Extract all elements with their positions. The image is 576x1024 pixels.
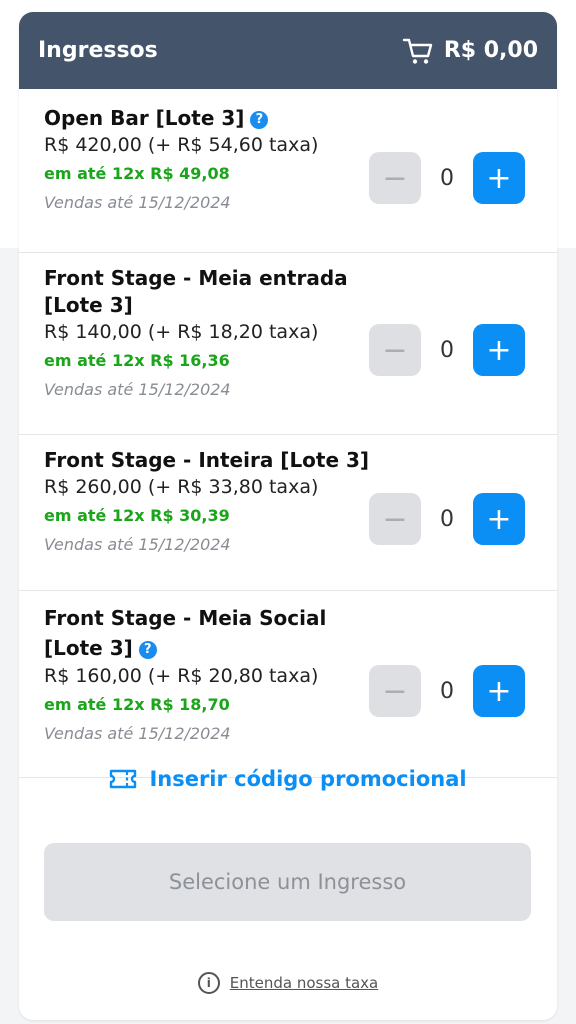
shopping-cart-icon[interactable] xyxy=(402,36,434,66)
quantity-stepper: − 0 + xyxy=(369,493,525,545)
increase-button[interactable]: + xyxy=(473,665,525,717)
ticket-installments: em até 12x R$ 49,08 xyxy=(44,164,230,183)
decrease-button[interactable]: − xyxy=(369,493,421,545)
info-icon: i xyxy=(197,972,220,994)
ticket-info: Front Stage - Meia entrada [Lote 3] R$ 1… xyxy=(44,265,364,404)
decrease-button[interactable]: − xyxy=(369,324,421,376)
ticket-sales-until: Vendas até 15/12/2024 xyxy=(44,193,231,212)
tickets-header: Ingressos R$ 0,00 xyxy=(19,12,557,89)
ticket-sales-until: Vendas até 15/12/2024 xyxy=(44,380,231,399)
quantity-value: 0 xyxy=(440,506,454,532)
ticket-info: Front Stage - Inteira [Lote 3] R$ 260,00… xyxy=(44,447,384,559)
increase-button[interactable]: + xyxy=(473,324,525,376)
increase-button[interactable]: + xyxy=(473,493,525,545)
quantity-stepper: − 0 + xyxy=(369,152,525,204)
promo-code-label: Inserir código promocional xyxy=(149,767,467,791)
ticket-price: R$ 420,00 (+ R$ 54,60 taxa) xyxy=(44,134,319,156)
ticket-price: R$ 160,00 (+ R$ 20,80 taxa) xyxy=(44,665,319,687)
header-title: Ingressos xyxy=(38,38,158,63)
ticket-price: R$ 260,00 (+ R$ 33,80 taxa) xyxy=(44,476,319,498)
promo-code-link[interactable]: Inserir código promocional xyxy=(19,767,557,791)
quantity-value: 0 xyxy=(440,678,454,704)
ticket-name: Open Bar [Lote 3]? xyxy=(44,105,364,132)
cart-total: R$ 0,00 xyxy=(443,38,538,63)
decrease-button[interactable]: − xyxy=(369,665,421,717)
ticket-installments: em até 12x R$ 16,36 xyxy=(44,351,230,370)
ticket-row: Front Stage - Meia entrada [Lote 3] R$ 1… xyxy=(19,265,557,435)
quantity-stepper: − 0 + xyxy=(369,665,525,717)
ticket-row: Open Bar [Lote 3]? R$ 420,00 (+ R$ 54,60… xyxy=(19,105,557,253)
help-icon[interactable]: ? xyxy=(138,641,157,659)
ticket-row: Front Stage - Inteira [Lote 3] R$ 260,00… xyxy=(19,447,557,591)
ticket-installments: em até 12x R$ 30,39 xyxy=(44,506,230,525)
ticket-row: Front Stage - Meia Social [Lote 3]? R$ 1… xyxy=(19,603,557,778)
ticket-price: R$ 140,00 (+ R$ 18,20 taxa) xyxy=(44,321,319,343)
tickets-card: Ingressos R$ 0,00 Open Bar [Lote 3]? R$ … xyxy=(19,12,557,1020)
fee-info-link[interactable]: Entenda nossa taxa xyxy=(230,974,379,992)
ticket-sales-until: Vendas até 15/12/2024 xyxy=(44,535,231,554)
increase-button[interactable]: + xyxy=(473,152,525,204)
ticket-info: Open Bar [Lote 3]? R$ 420,00 (+ R$ 54,60… xyxy=(44,105,364,217)
ticket-name: Front Stage - Inteira [Lote 3] xyxy=(44,448,370,472)
ticket-name: Front Stage - Meia entrada [Lote 3] xyxy=(44,266,348,317)
quantity-value: 0 xyxy=(440,165,454,191)
decrease-button[interactable]: − xyxy=(369,152,421,204)
quantity-stepper: − 0 + xyxy=(369,324,525,376)
ticket-sales-until: Vendas até 15/12/2024 xyxy=(44,724,231,743)
select-ticket-button[interactable]: Selecione um Ingresso xyxy=(44,843,531,921)
ticket-name: Front Stage - Meia Social [Lote 3]? xyxy=(44,606,327,660)
quantity-value: 0 xyxy=(440,337,454,363)
ticket-installments: em até 12x R$ 18,70 xyxy=(44,695,230,714)
cart-summary[interactable]: R$ 0,00 xyxy=(402,36,538,66)
help-icon[interactable]: ? xyxy=(250,111,269,129)
ticket-info: Front Stage - Meia Social [Lote 3]? R$ 1… xyxy=(44,603,364,748)
ticket-icon xyxy=(109,768,137,790)
fee-info[interactable]: i Entenda nossa taxa xyxy=(19,972,557,994)
